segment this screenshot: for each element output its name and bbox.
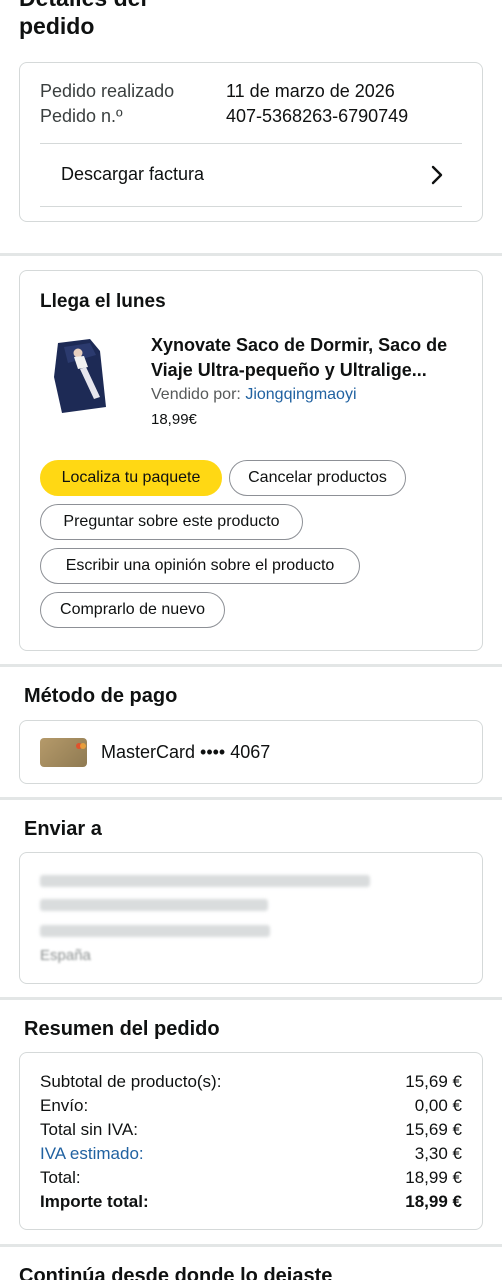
summary-value: 18,99 € (405, 1192, 462, 1211)
ask-product-question-button[interactable]: Preguntar sobre este producto (40, 504, 303, 540)
credit-card-icon (40, 738, 87, 767)
order-number-value: 407-5368263-6790749 (226, 106, 409, 126)
summary-value: 0,00 € (414, 1096, 462, 1115)
cancel-items-button[interactable]: Cancelar productos (229, 460, 406, 496)
page-title: pedido (19, 13, 95, 39)
divider (40, 206, 462, 207)
shipment-card: Llega el lunes Xynovate Saco de Dormir, … (19, 270, 483, 651)
sold-by-label: Vendido por: (151, 386, 241, 403)
ship-to-card: España (19, 852, 483, 984)
section-separator (0, 997, 502, 1000)
product-title[interactable]: Xynovate Saco de Dormir, Saco de Viaje U… (151, 333, 471, 383)
section-separator (0, 797, 502, 800)
summary-label: Envío: (40, 1096, 89, 1115)
track-package-button[interactable]: Localiza tu paquete (40, 460, 222, 496)
summary-row-subtotal: Subtotal de producto(s): 15,69 € (40, 1072, 462, 1096)
payment-heading: Método de pago (24, 685, 178, 707)
redacted-address-line (40, 875, 370, 887)
product-title-line2: Viaje Ultra-pequeño y Ultralige... (151, 360, 427, 380)
section-separator (0, 1244, 502, 1247)
summary-label: Subtotal de producto(s): (40, 1072, 222, 1091)
download-invoice-label: Descargar factura (61, 164, 205, 184)
product-price: 18,99€ (151, 411, 197, 428)
page-title-top: Detalles del (19, 0, 147, 10)
summary-value: 15,69 € (405, 1072, 462, 1091)
summary-label: Total: (40, 1168, 81, 1187)
redacted-address-line (40, 925, 270, 937)
section-separator (0, 253, 502, 256)
seller-link[interactable]: Jiongqingmaoyi (245, 386, 356, 403)
payment-card-text: MasterCard •••• 4067 (101, 742, 271, 762)
order-placed-value: 11 de marzo de 2026 (226, 81, 395, 101)
order-placed-label: Pedido realizado (40, 81, 175, 101)
continue-heading: Continúa desde donde lo dejaste (19, 1265, 333, 1280)
summary-value: 18,99 € (405, 1168, 462, 1187)
arrival-heading: Llega el lunes (40, 291, 166, 312)
summary-row-shipping: Envío: 0,00 € (40, 1096, 462, 1120)
ship-to-heading: Enviar a (24, 818, 102, 840)
order-info-card: Pedido realizado 11 de marzo de 2026 Ped… (19, 62, 483, 222)
sold-by: Vendido por: Jiongqingmaoyi (151, 386, 357, 404)
download-invoice-row[interactable]: Descargar factura (40, 144, 462, 206)
summary-label: Importe total: (40, 1192, 149, 1211)
buy-again-button[interactable]: Comprarlo de nuevo (40, 592, 225, 628)
payment-card: MasterCard •••• 4067 (19, 720, 483, 784)
chevron-right-icon (431, 165, 443, 185)
redacted-address-line (40, 899, 268, 911)
ship-to-country: España (40, 947, 91, 964)
order-number-label: Pedido n.º (40, 106, 123, 126)
summary-label: Total sin IVA: (40, 1120, 138, 1139)
summary-row-total: Total: 18,99 € (40, 1168, 462, 1192)
summary-row-grand-total: Importe total: 18,99 € (40, 1192, 462, 1216)
summary-row-total-before-tax: Total sin IVA: 15,69 € (40, 1120, 462, 1144)
section-separator (0, 664, 502, 667)
order-summary-heading: Resumen del pedido (24, 1018, 220, 1040)
product-title-line1: Xynovate Saco de Dormir, Saco de (151, 335, 448, 355)
product-image[interactable] (50, 337, 114, 415)
write-review-button[interactable]: Escribir una opinión sobre el producto (40, 548, 360, 584)
summary-value: 3,30 € (414, 1144, 462, 1163)
summary-row-estimated-vat: IVA estimado: 3,30 € (40, 1144, 462, 1168)
summary-value: 15,69 € (405, 1120, 462, 1139)
estimated-vat-link[interactable]: IVA estimado: (40, 1144, 144, 1168)
